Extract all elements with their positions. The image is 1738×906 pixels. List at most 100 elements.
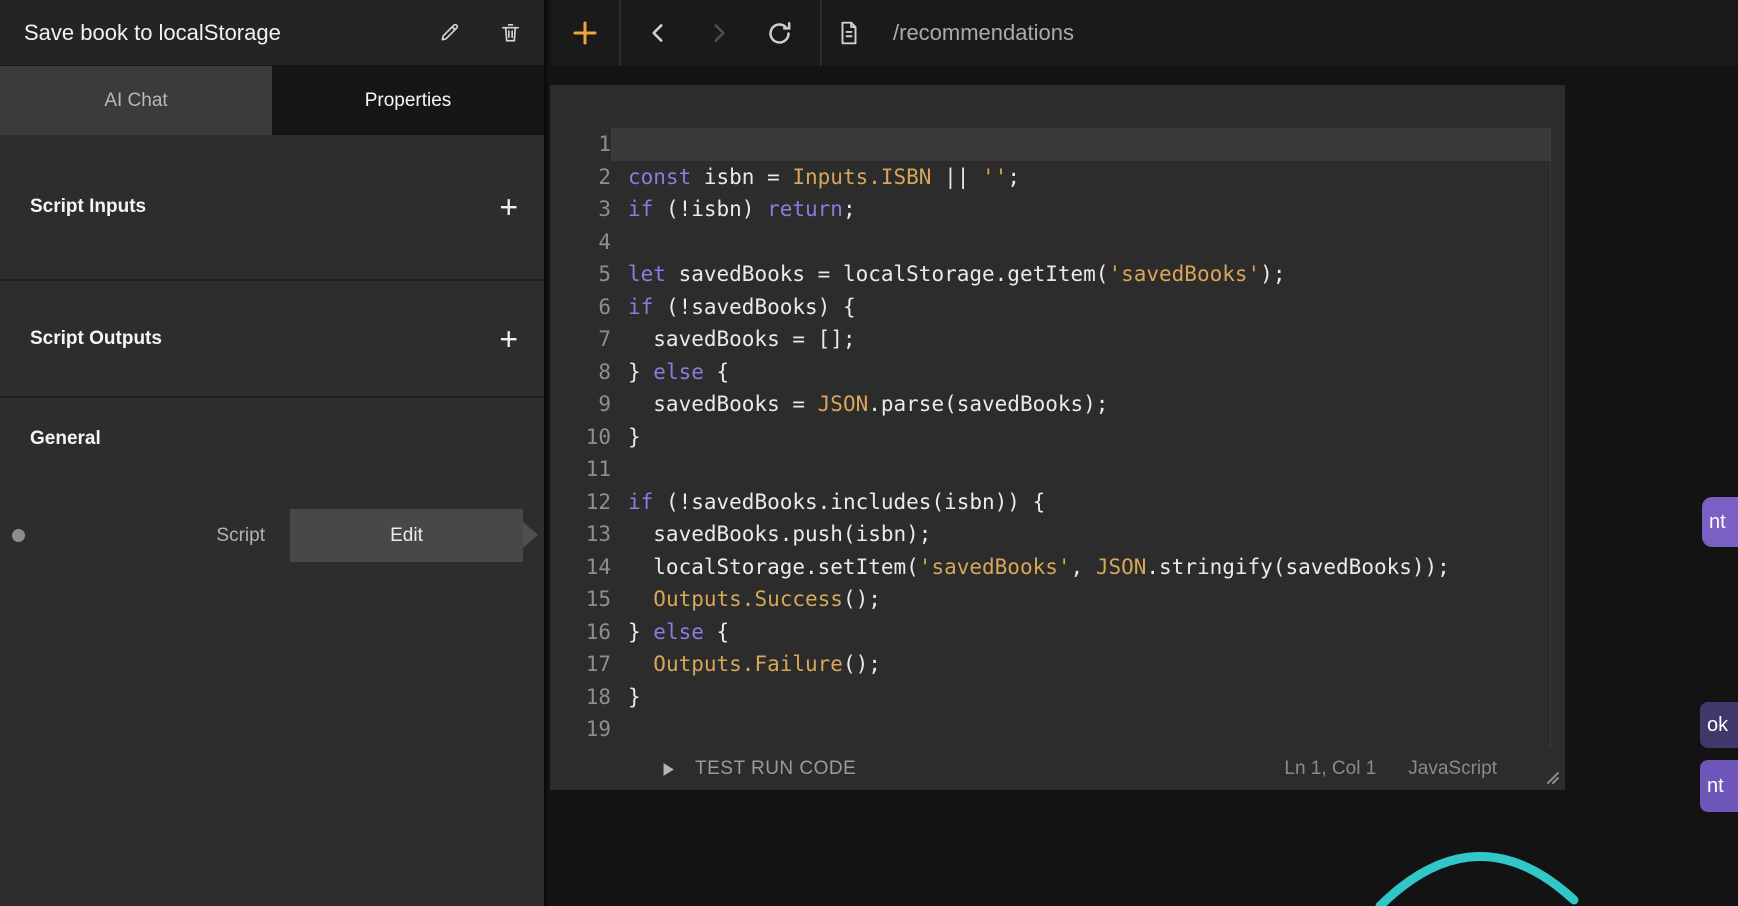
code-editor: 12const isbn = Inputs.ISBN || '';3if (!i… bbox=[550, 85, 1565, 790]
line-number: 5 bbox=[550, 258, 611, 291]
plus-icon: + bbox=[499, 321, 518, 357]
code-line-5[interactable]: 5let savedBooks = localStorage.getItem('… bbox=[550, 258, 1565, 291]
line-number: 10 bbox=[550, 421, 611, 454]
code-line-19[interactable]: 19 bbox=[550, 713, 1565, 746]
code-line-1[interactable]: 1 bbox=[550, 128, 1565, 161]
code-line-9[interactable]: 9 savedBooks = JSON.parse(savedBooks); bbox=[550, 388, 1565, 421]
editor-statusbar: TEST RUN CODE Ln 1, Col 1 JavaScript bbox=[550, 748, 1565, 790]
chevron-left-icon bbox=[645, 20, 671, 46]
code-line-16[interactable]: 16} else { bbox=[550, 616, 1565, 649]
line-number: 14 bbox=[550, 551, 611, 584]
toolbar-divider bbox=[820, 0, 822, 66]
line-number: 8 bbox=[550, 356, 611, 389]
code-line-8[interactable]: 8} else { bbox=[550, 356, 1565, 389]
line-number: 19 bbox=[550, 713, 611, 746]
code-text[interactable]: } else { bbox=[611, 356, 1551, 389]
code-line-4[interactable]: 4 bbox=[550, 226, 1565, 259]
code-line-17[interactable]: 17 Outputs.Failure(); bbox=[550, 648, 1565, 681]
code-text[interactable] bbox=[611, 453, 1551, 486]
tab-properties[interactable]: Properties bbox=[272, 66, 544, 135]
line-number: 4 bbox=[550, 226, 611, 259]
general-section: General Script Edit bbox=[0, 398, 544, 906]
script-inputs-section: Script Inputs + bbox=[0, 135, 544, 281]
edit-button-notch bbox=[523, 522, 538, 548]
preview-area: /recommendations 12const isbn = Inputs.I… bbox=[550, 0, 1738, 906]
code-text[interactable]: } bbox=[611, 421, 1551, 454]
page-button[interactable] bbox=[825, 0, 873, 66]
script-inputs-label: Script Inputs bbox=[30, 196, 146, 218]
script-edit-button[interactable]: Edit bbox=[290, 509, 523, 562]
line-number: 18 bbox=[550, 681, 611, 714]
line-number: 13 bbox=[550, 518, 611, 551]
resize-handle[interactable] bbox=[1542, 767, 1560, 785]
line-number: 11 bbox=[550, 453, 611, 486]
teal-curve-decoration bbox=[1372, 836, 1582, 906]
line-number: 6 bbox=[550, 291, 611, 324]
preview-toolbar: /recommendations bbox=[550, 0, 1738, 66]
script-outputs-label: Script Outputs bbox=[30, 328, 162, 350]
add-script-output-button[interactable]: + bbox=[499, 323, 518, 355]
back-button[interactable] bbox=[633, 0, 683, 66]
script-property-label: Script bbox=[0, 509, 265, 562]
script-outputs-section: Script Outputs + bbox=[0, 281, 544, 398]
code-text[interactable]: const isbn = Inputs.ISBN || ''; bbox=[611, 161, 1551, 194]
rename-button[interactable] bbox=[438, 21, 461, 44]
code-line-10[interactable]: 10} bbox=[550, 421, 1565, 454]
code-text[interactable]: savedBooks.push(isbn); bbox=[611, 518, 1551, 551]
code-text[interactable]: Outputs.Failure(); bbox=[611, 648, 1551, 681]
app-window: Save book to localStorage AI Chat Proper… bbox=[0, 0, 1738, 906]
code-line-18[interactable]: 18} bbox=[550, 681, 1565, 714]
code-line-3[interactable]: 3if (!isbn) return; bbox=[550, 193, 1565, 226]
document-icon bbox=[836, 20, 862, 46]
plus-icon bbox=[570, 18, 600, 48]
code-text[interactable]: Outputs.Success(); bbox=[611, 583, 1551, 616]
code-text[interactable]: if (!isbn) return; bbox=[611, 193, 1551, 226]
test-run-button[interactable]: TEST RUN CODE bbox=[658, 758, 856, 780]
background-button-fragment[interactable]: nt bbox=[1700, 760, 1738, 812]
trash-icon bbox=[499, 21, 522, 44]
code-text[interactable] bbox=[611, 713, 1551, 746]
code-line-6[interactable]: 6if (!savedBooks) { bbox=[550, 291, 1565, 324]
forward-button[interactable] bbox=[694, 0, 744, 66]
node-properties-panel: Save book to localStorage AI Chat Proper… bbox=[0, 0, 547, 906]
refresh-button[interactable] bbox=[754, 0, 804, 66]
code-line-2[interactable]: 2const isbn = Inputs.ISBN || ''; bbox=[550, 161, 1565, 194]
code-text[interactable]: let savedBooks = localStorage.getItem('s… bbox=[611, 258, 1551, 291]
fragment-text: nt bbox=[1709, 511, 1726, 534]
delete-button[interactable] bbox=[499, 21, 522, 44]
add-script-input-button[interactable]: + bbox=[499, 191, 518, 223]
code-text[interactable] bbox=[611, 128, 1551, 161]
script-property-row: Script Edit bbox=[0, 509, 544, 562]
code-text[interactable]: savedBooks = JSON.parse(savedBooks); bbox=[611, 388, 1551, 421]
code-line-7[interactable]: 7 savedBooks = []; bbox=[550, 323, 1565, 356]
background-button-fragment[interactable]: ok bbox=[1700, 702, 1738, 748]
line-number: 16 bbox=[550, 616, 611, 649]
pencil-icon bbox=[438, 21, 461, 44]
code-line-12[interactable]: 12if (!savedBooks.includes(isbn)) { bbox=[550, 486, 1565, 519]
fragment-text: ok bbox=[1707, 714, 1728, 737]
line-number: 2 bbox=[550, 161, 611, 194]
code-text[interactable]: if (!savedBooks) { bbox=[611, 291, 1551, 324]
line-number: 15 bbox=[550, 583, 611, 616]
code-line-15[interactable]: 15 Outputs.Success(); bbox=[550, 583, 1565, 616]
code-line-14[interactable]: 14 localStorage.setItem('savedBooks', JS… bbox=[550, 551, 1565, 584]
line-number: 3 bbox=[550, 193, 611, 226]
code-text[interactable]: } bbox=[611, 681, 1551, 714]
add-button[interactable] bbox=[555, 0, 615, 66]
tab-ai-chat[interactable]: AI Chat bbox=[0, 66, 272, 135]
chevron-right-icon bbox=[706, 20, 732, 46]
code-area[interactable]: 12const isbn = Inputs.ISBN || '';3if (!i… bbox=[550, 85, 1565, 748]
cursor-position: Ln 1, Col 1 bbox=[1284, 758, 1376, 780]
code-text[interactable]: } else { bbox=[611, 616, 1551, 649]
code-text[interactable]: savedBooks = []; bbox=[611, 323, 1551, 356]
code-line-11[interactable]: 11 bbox=[550, 453, 1565, 486]
refresh-icon bbox=[766, 20, 793, 47]
background-button-fragment[interactable]: nt bbox=[1702, 497, 1738, 547]
line-number: 7 bbox=[550, 323, 611, 356]
code-text[interactable] bbox=[611, 226, 1551, 259]
code-text[interactable]: if (!savedBooks.includes(isbn)) { bbox=[611, 486, 1551, 519]
general-label: General bbox=[0, 398, 544, 450]
url-path[interactable]: /recommendations bbox=[893, 0, 1074, 66]
code-text[interactable]: localStorage.setItem('savedBooks', JSON.… bbox=[611, 551, 1551, 584]
code-line-13[interactable]: 13 savedBooks.push(isbn); bbox=[550, 518, 1565, 551]
